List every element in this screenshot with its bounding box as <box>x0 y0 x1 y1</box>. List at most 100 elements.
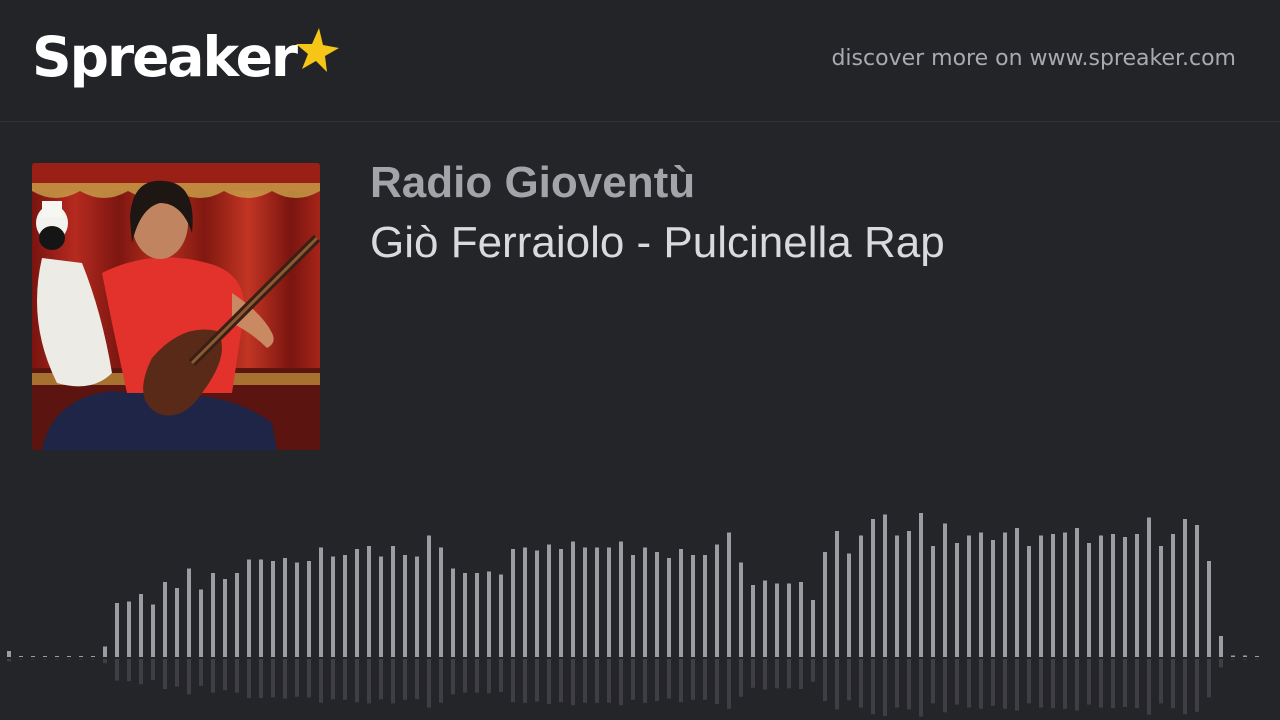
waveform-bar <box>943 523 947 657</box>
waveform-bar-reflection <box>475 659 479 693</box>
waveform-bar <box>859 535 863 657</box>
waveform-bar <box>451 568 455 657</box>
episode-cover-art[interactable] <box>32 163 320 450</box>
waveform-bar <box>967 535 971 657</box>
waveform-bar-reflection <box>739 659 743 697</box>
spreaker-episode-card: Spreaker discover more on www.spreaker.c… <box>0 0 1280 720</box>
waveform-bar-reflection <box>787 659 791 689</box>
waveform-bar <box>367 546 371 657</box>
waveform-bar-reflection <box>1075 659 1079 711</box>
waveform-bar-reflection <box>907 659 911 710</box>
waveform-bar-reflection <box>679 659 683 703</box>
waveform-bar <box>523 547 527 657</box>
waveform-bar <box>7 651 11 657</box>
waveform-bar-reflection <box>115 659 119 681</box>
waveform-bar <box>331 556 335 657</box>
waveform-bar-reflection <box>7 659 11 662</box>
waveform-bar <box>259 559 263 657</box>
waveform-bar <box>679 549 683 657</box>
waveform-bar <box>379 556 383 657</box>
waveform-bar-reflection <box>355 659 359 703</box>
waveform-bar <box>547 544 551 657</box>
waveform-bar-reflection <box>163 659 167 689</box>
waveform-bar <box>427 535 431 657</box>
waveform-bar-reflection <box>499 659 503 692</box>
waveform-bar-reflection <box>631 659 635 700</box>
waveform-bar-reflection <box>967 659 971 708</box>
waveform-bar <box>475 573 479 657</box>
waveform-bar <box>979 532 983 657</box>
waveform-bar <box>1003 532 1007 657</box>
waveform-bar <box>1255 656 1259 657</box>
cover-image <box>32 163 320 450</box>
waveform-bar-reflection <box>535 659 539 702</box>
waveform-bar-reflection <box>151 659 155 680</box>
waveform-bar-reflection <box>1243 659 1247 660</box>
waveform-bar-reflection <box>1051 659 1055 709</box>
waveform-bar-reflection <box>583 659 587 703</box>
waveform-bar-reflection <box>703 659 707 700</box>
waveform-bar <box>247 559 251 657</box>
waveform-bar-reflection <box>1135 659 1139 709</box>
waveform-bar-reflection <box>595 659 599 703</box>
waveform-bar-reflection <box>799 659 803 689</box>
waveform-bar-reflection <box>1195 659 1199 712</box>
waveform-bar-reflection <box>187 659 191 695</box>
waveform-bar <box>751 585 755 657</box>
waveform-bar-reflection <box>643 659 647 703</box>
show-title[interactable]: Radio Gioventù <box>370 158 695 208</box>
waveform-bar-reflection <box>667 659 671 699</box>
waveform-bar <box>211 573 215 657</box>
waveform-bar <box>1015 528 1019 657</box>
waveform-bar <box>115 603 119 657</box>
waveform-bar <box>559 549 563 657</box>
waveform-bar-reflection <box>511 659 515 703</box>
waveform-bar-reflection <box>295 659 299 697</box>
waveform-bar-reflection <box>883 659 887 716</box>
spreaker-logo[interactable]: Spreaker <box>32 22 340 102</box>
audio-waveform[interactable] <box>0 490 1280 720</box>
waveform-bar-reflection <box>259 659 263 698</box>
waveform-bar <box>1039 535 1043 657</box>
waveform-bar <box>619 541 623 657</box>
waveform-bar <box>43 656 47 657</box>
waveform-bar <box>79 656 83 657</box>
waveform-bar-reflection <box>607 659 611 703</box>
waveform-bar-reflection <box>1147 659 1151 715</box>
waveform-bar <box>631 555 635 657</box>
waveform-bar <box>571 541 575 657</box>
waveform-bar <box>763 580 767 657</box>
waveform-bar <box>19 656 23 657</box>
waveform-bar <box>403 555 407 657</box>
waveform-bar-reflection <box>619 659 623 706</box>
waveform-bar <box>799 582 803 657</box>
waveform-bar <box>1075 528 1079 657</box>
waveform-bar <box>103 646 107 657</box>
waveform-bar-reflection <box>655 659 659 701</box>
waveform-bar <box>307 561 311 657</box>
discover-more-link[interactable]: discover more on www.spreaker.com <box>831 46 1236 71</box>
waveform-bar <box>223 579 227 657</box>
waveform-bar <box>1087 543 1091 657</box>
waveform-bar <box>91 656 95 657</box>
waveform-bar <box>295 562 299 657</box>
waveform-bar <box>691 555 695 657</box>
waveform-bar-reflection <box>1015 659 1019 711</box>
waveform-bar <box>595 547 599 657</box>
waveform-bar-reflection <box>979 659 983 709</box>
waveform-bar-reflection <box>943 659 947 713</box>
logo-wordmark: Spreaker <box>32 25 298 89</box>
waveform-bar <box>811 600 815 657</box>
waveform-bar-reflection <box>955 659 959 705</box>
waveform-bar <box>1099 535 1103 657</box>
episode-title[interactable]: Giò Ferraiolo - Pulcinella Rap <box>370 218 945 268</box>
waveform-bar-reflection <box>559 659 563 703</box>
waveform-bar-reflection <box>847 659 851 701</box>
waveform-bar <box>727 532 731 657</box>
waveform-bar <box>919 513 923 657</box>
waveform-bar <box>787 583 791 657</box>
waveform-bar-reflection <box>1123 659 1127 707</box>
waveform-bar-reflection <box>811 659 815 682</box>
waveform-bar <box>511 549 515 657</box>
waveform-bar <box>823 552 827 657</box>
